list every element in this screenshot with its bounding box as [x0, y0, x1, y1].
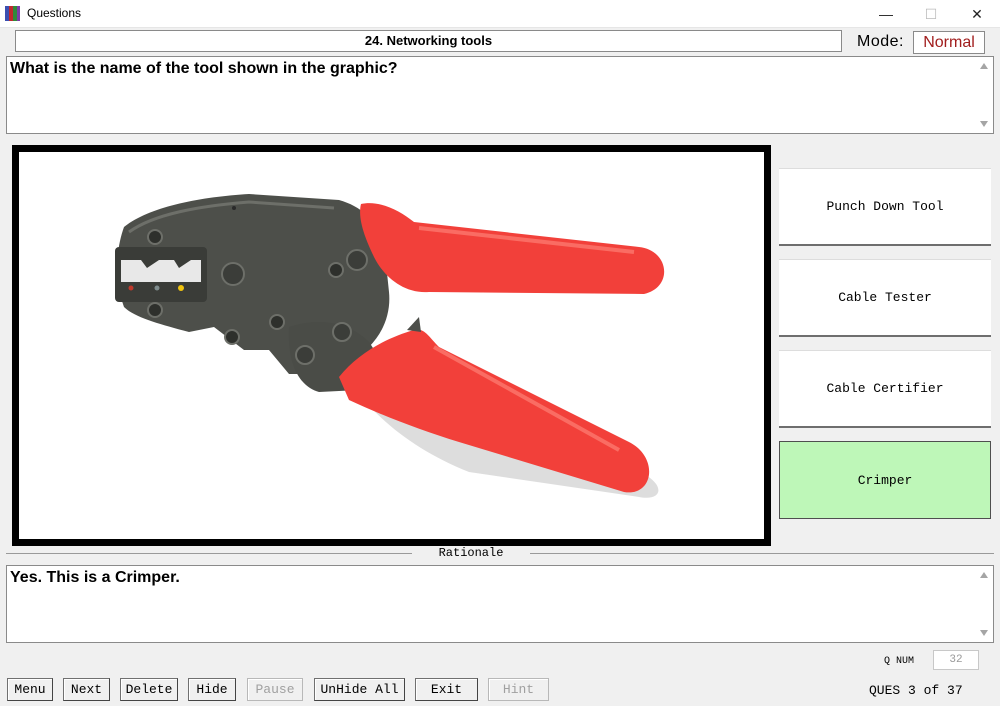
crimper-illustration	[115, 194, 665, 498]
answer-option-2[interactable]: Cable Tester	[779, 259, 991, 337]
question-scrollbar[interactable]	[976, 57, 993, 133]
rationale-scrollbar[interactable]	[976, 566, 993, 642]
menu-button[interactable]: Menu	[7, 678, 53, 701]
answer-option-1[interactable]: Punch Down Tool	[779, 168, 991, 246]
books-app-icon	[5, 6, 20, 21]
next-button[interactable]: Next	[63, 678, 110, 701]
close-icon[interactable]: ✕	[954, 0, 1000, 28]
hide-button[interactable]: Hide	[188, 678, 236, 701]
topic-title: 24. Networking tools	[15, 30, 842, 52]
question-text: What is the name of the tool shown in th…	[10, 60, 398, 77]
pause-button[interactable]: Pause	[247, 678, 303, 701]
scroll-up-icon[interactable]	[980, 63, 988, 69]
mode-value: Normal	[913, 31, 985, 54]
question-image-frame	[12, 145, 771, 546]
scroll-down-icon[interactable]	[980, 121, 988, 127]
qnum-label: Q NUM	[884, 656, 915, 667]
question-counter: QUES 3 of 37	[869, 683, 963, 698]
question-image	[19, 152, 764, 539]
mode-label: Mode:	[857, 33, 904, 50]
maximize-icon[interactable]: ☐	[908, 0, 954, 28]
answer-option-4[interactable]: Crimper	[779, 441, 991, 519]
unhide-all-button[interactable]: UnHide All	[314, 678, 405, 701]
title-bar: Questions — ☐ ✕	[0, 0, 1000, 28]
exit-button[interactable]: Exit	[415, 678, 478, 701]
rationale-panel[interactable]: Yes. This is a Crimper.	[6, 565, 994, 643]
window-title: Questions	[27, 6, 82, 20]
question-panel[interactable]: What is the name of the tool shown in th…	[6, 56, 994, 134]
scroll-down-icon[interactable]	[980, 630, 988, 636]
delete-button[interactable]: Delete	[120, 678, 178, 701]
rationale-label: Rationale	[412, 546, 530, 560]
answer-option-3[interactable]: Cable Certifier	[779, 350, 991, 428]
rationale-text: Yes. This is a Crimper.	[10, 569, 180, 586]
scroll-up-icon[interactable]	[980, 572, 988, 578]
hint-button[interactable]: Hint	[488, 678, 549, 701]
qnum-field[interactable]: 32	[933, 650, 979, 670]
minimize-icon[interactable]: —	[863, 0, 909, 28]
